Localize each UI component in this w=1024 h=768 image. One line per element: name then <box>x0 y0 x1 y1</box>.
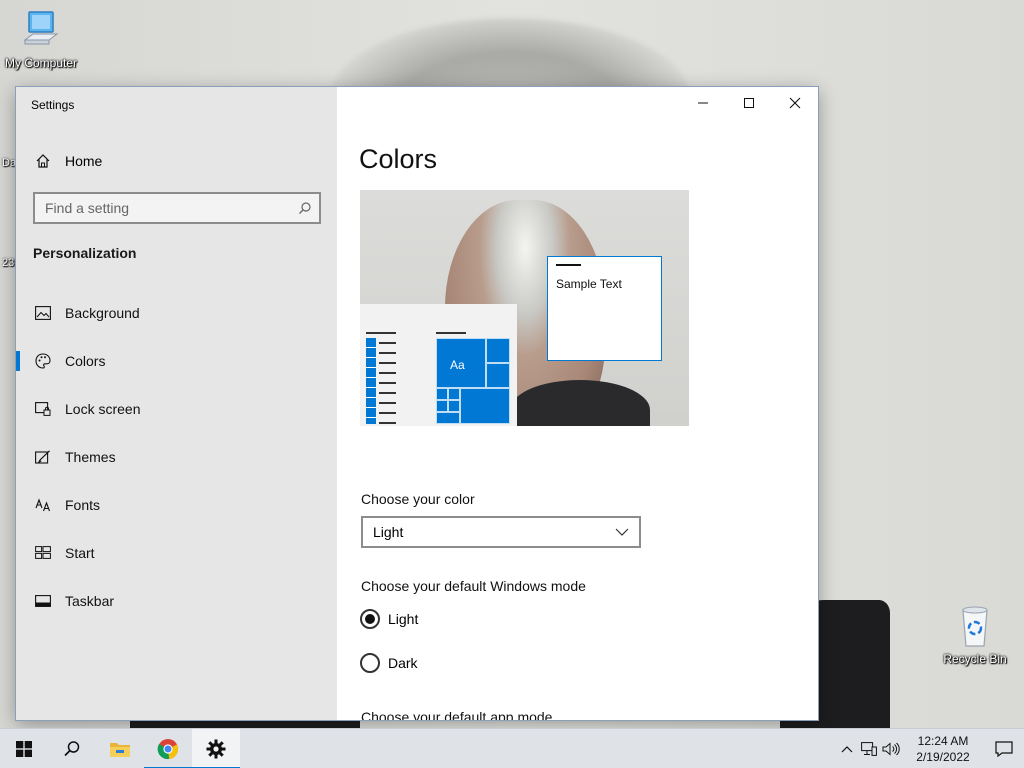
windows-mode-label: Choose your default Windows mode <box>361 578 586 594</box>
desktop-icon-label: Recycle Bin <box>943 652 1007 666</box>
search-input[interactable]: Find a setting <box>33 192 321 224</box>
recycle-bin-icon <box>962 606 988 647</box>
preview-line <box>436 332 466 334</box>
nav-home[interactable]: Home <box>16 144 337 178</box>
sidebar-item-label: Lock screen <box>65 401 141 417</box>
sidebar-item-background[interactable]: Background <box>16 289 337 337</box>
radio-windows-mode-light[interactable]: Light <box>360 609 418 629</box>
windows-start-icon <box>16 741 32 757</box>
page-title: Colors <box>359 144 438 174</box>
radio-button[interactable] <box>360 653 380 673</box>
file-explorer-icon <box>110 743 130 757</box>
desktop-icon-recycle-bin[interactable]: Recycle Bin <box>934 604 1016 666</box>
nav-list: Background Colors Lock screen Themes Fon… <box>16 289 337 625</box>
start-icon <box>34 544 52 562</box>
preview-line <box>556 264 581 266</box>
taskbar-settings[interactable] <box>192 729 240 768</box>
preview-start-menu: Aa <box>360 304 517 426</box>
desktop-icon-my-computer[interactable]: My Computer <box>0 10 82 70</box>
fonts-icon <box>34 496 52 514</box>
home-icon <box>34 152 52 170</box>
choose-color-dropdown[interactable]: Light <box>361 516 641 548</box>
preview-sample-text: Sample Text <box>556 277 622 291</box>
sidebar-item-label: Background <box>65 305 140 321</box>
sidebar-item-fonts[interactable]: Fonts <box>16 481 337 529</box>
window-controls <box>680 87 818 119</box>
settings-window: Settings Home Find a setting Personaliza… <box>16 87 818 720</box>
palette-icon <box>34 352 52 370</box>
app-mode-label: Choose your default app mode <box>361 709 553 720</box>
themes-icon <box>34 448 52 466</box>
window-title: Settings <box>31 98 75 112</box>
tray-network-button[interactable] <box>858 729 880 768</box>
sidebar-item-label: Themes <box>65 449 116 465</box>
sidebar-item-start[interactable]: Start <box>16 529 337 577</box>
taskbar-search-button[interactable] <box>48 729 96 768</box>
network-icon <box>861 742 877 756</box>
sidebar: Settings Home Find a setting Personaliza… <box>16 87 337 720</box>
settings-icon <box>206 739 226 759</box>
minimize-icon <box>698 102 708 104</box>
preview-start-strip <box>366 338 376 424</box>
volume-icon <box>882 742 900 756</box>
radio-label: Dark <box>388 655 418 671</box>
radio-label: Light <box>388 611 419 627</box>
desktop-icon-label: My Computer <box>4 56 78 70</box>
chevron-down-icon <box>615 528 629 536</box>
color-preview: Aa Sample Text <box>360 190 689 426</box>
taskbar-icon <box>34 592 52 610</box>
sidebar-item-label: Colors <box>65 353 106 369</box>
sidebar-item-label: Taskbar <box>65 593 115 609</box>
search-icon <box>64 741 80 757</box>
preview-menu-lines <box>379 332 396 426</box>
clock-date: 2/19/2022 <box>916 750 970 764</box>
sidebar-item-colors[interactable]: Colors <box>16 337 337 385</box>
sidebar-item-themes[interactable]: Themes <box>16 433 337 481</box>
preview-tiles: Aa <box>436 338 510 424</box>
taskbar: 12:24 AM 2/19/2022 <box>0 728 1024 768</box>
preview-sample-window: Sample Text <box>547 256 662 361</box>
search-icon[interactable] <box>291 201 319 215</box>
maximize-icon <box>744 98 754 108</box>
desktop-icon-label-partial: Da <box>2 157 17 169</box>
radio-windows-mode-dark[interactable]: Dark <box>360 653 418 673</box>
chevron-up-icon <box>841 746 853 753</box>
computer-icon <box>23 11 59 45</box>
taskbar-clock[interactable]: 12:24 AM 2/19/2022 <box>908 733 978 765</box>
taskbar-chrome[interactable] <box>144 729 192 768</box>
tray-volume-button[interactable] <box>880 729 902 768</box>
sidebar-item-label: Start <box>65 545 95 561</box>
radio-button[interactable] <box>360 609 380 629</box>
lock-screen-icon <box>34 400 52 418</box>
start-button[interactable] <box>0 729 48 768</box>
action-center-button[interactable] <box>984 729 1024 768</box>
image-icon <box>34 304 52 322</box>
chrome-icon <box>157 739 179 760</box>
content-pane: Colors Aa Sample Text Choose your color … <box>337 87 818 720</box>
close-button[interactable] <box>772 87 818 119</box>
close-icon <box>789 97 801 109</box>
maximize-button[interactable] <box>726 87 772 119</box>
search-placeholder: Find a setting <box>45 200 130 216</box>
system-tray: 12:24 AM 2/19/2022 <box>836 729 1024 768</box>
sidebar-item-lock-screen[interactable]: Lock screen <box>16 385 337 433</box>
clock-time: 12:24 AM <box>917 734 969 748</box>
notification-icon <box>995 741 1013 757</box>
section-title: Personalization <box>33 245 137 261</box>
dropdown-value: Light <box>373 524 404 540</box>
preview-tile-label: Aa <box>450 358 465 372</box>
sidebar-item-label: Fonts <box>65 497 101 513</box>
choose-color-label: Choose your color <box>361 491 475 507</box>
tray-overflow-button[interactable] <box>836 729 858 768</box>
taskbar-file-explorer[interactable] <box>96 729 144 768</box>
sidebar-item-taskbar[interactable]: Taskbar <box>16 577 337 625</box>
nav-home-label: Home <box>65 153 103 169</box>
minimize-button[interactable] <box>680 87 726 119</box>
